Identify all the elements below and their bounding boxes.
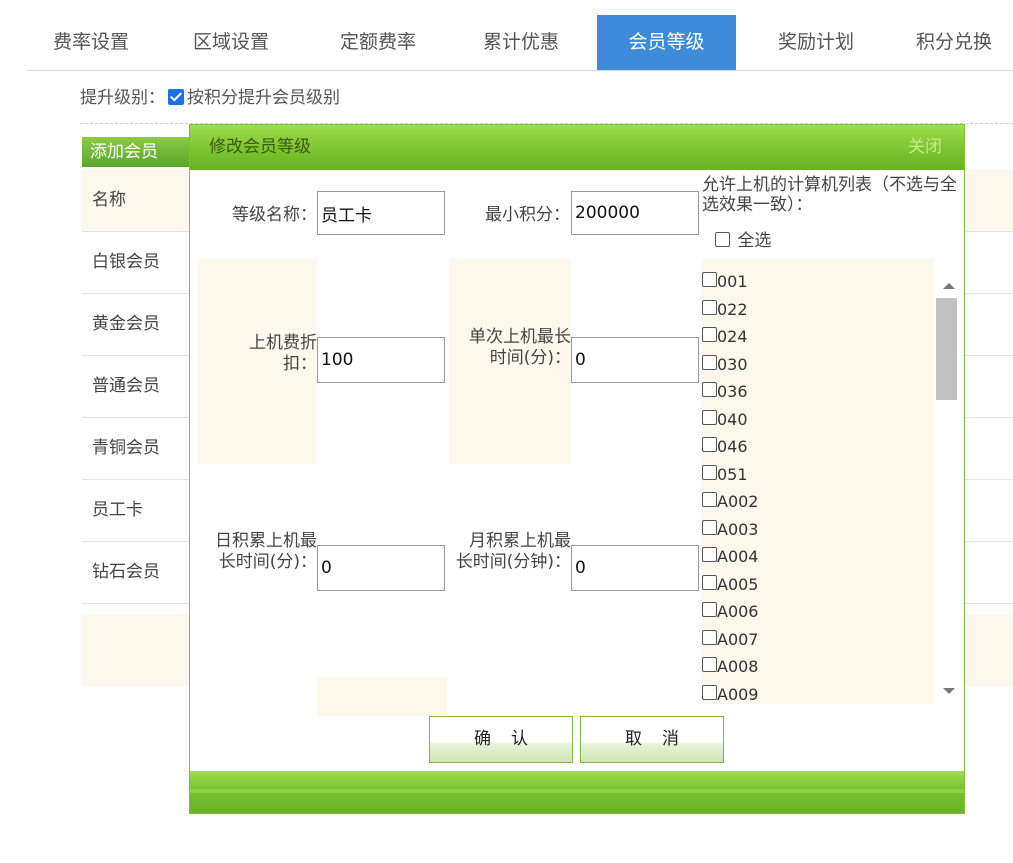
pc-item[interactable]: A009: [702, 681, 964, 705]
promote-checkbox-label[interactable]: 按积分提升会员级别: [187, 88, 340, 108]
dialog-footer: [190, 771, 964, 813]
tab-rate-settings[interactable]: 费率设置: [27, 15, 155, 70]
member-name: 员工卡: [92, 500, 143, 520]
pc-list[interactable]: 001 022 024 030 036 040 046 051 A002 A00…: [702, 268, 964, 704]
select-all-label: 全选: [737, 231, 772, 251]
pc-name: A003: [717, 519, 759, 539]
footer-divider: [190, 789, 964, 793]
tab-reward-plan[interactable]: 奖励计划: [752, 15, 880, 70]
pc-name: A006: [717, 602, 759, 621]
promote-label: 提升级别：: [80, 88, 165, 108]
daily-max-time-label: 日积累上机最长时间(分)：: [215, 531, 317, 572]
pc-item[interactable]: 030: [702, 351, 964, 379]
member-name: 钻石会员: [92, 562, 160, 582]
pc-name: A005: [717, 574, 759, 594]
pc-checkbox[interactable]: [702, 464, 717, 480]
discount-input[interactable]: [317, 337, 445, 383]
pc-name: 046: [717, 437, 748, 456]
pc-item[interactable]: A004: [702, 543, 964, 571]
pc-checkbox[interactable]: [702, 519, 717, 535]
pc-item[interactable]: A005: [702, 571, 964, 599]
pc-item[interactable]: 001: [702, 268, 964, 296]
pc-checkbox[interactable]: [702, 629, 717, 645]
pc-checkbox[interactable]: [702, 327, 717, 342]
pc-list-label: 允许上机的计算机列表（不选与全选效果一致）：: [702, 175, 957, 215]
pc-name: A007: [717, 629, 759, 649]
pc-name: 040: [717, 409, 748, 429]
column-header-name: 名称: [92, 190, 126, 210]
edit-member-level-dialog: 修改会员等级 关闭 等级名称： 最小积分： 允许上机的计算机列表（不选与全选效果…: [189, 124, 965, 814]
pc-item[interactable]: 046: [702, 433, 964, 461]
pc-checkbox[interactable]: [702, 657, 717, 672]
pc-name: 001: [717, 272, 748, 291]
confirm-button[interactable]: 确认: [429, 716, 573, 763]
pc-item[interactable]: 024: [702, 323, 964, 351]
scrollbar-thumb[interactable]: [936, 298, 957, 400]
pc-checkbox[interactable]: [702, 547, 717, 562]
discount-label: 上机费折扣：: [249, 333, 317, 374]
select-all-checkbox[interactable]: [715, 232, 730, 247]
pc-item[interactable]: A002: [702, 488, 964, 516]
pc-checkbox[interactable]: [702, 382, 717, 397]
pc-name: A002: [717, 492, 759, 511]
pc-checkbox[interactable]: [702, 492, 717, 507]
member-name: 白银会员: [92, 252, 160, 272]
single-max-time-input[interactable]: [571, 337, 699, 383]
pc-item[interactable]: 040: [702, 406, 964, 434]
pc-name: A009: [717, 684, 759, 704]
pc-item[interactable]: A007: [702, 626, 964, 654]
monthly-max-time-label: 月积累上机最长时间(分钟)：: [455, 531, 571, 572]
pc-name: A004: [717, 547, 759, 566]
min-points-label: 最小积分：: [485, 205, 570, 225]
pc-name: A008: [717, 657, 759, 676]
monthly-max-time-input[interactable]: [571, 545, 699, 591]
tab-fixed-rate[interactable]: 定额费率: [314, 15, 442, 70]
member-name: 黄金会员: [92, 314, 160, 334]
pc-checkbox[interactable]: [702, 602, 717, 617]
select-all-row[interactable]: 全选: [715, 231, 771, 251]
form-cell-bg: [317, 677, 447, 716]
pc-checkbox[interactable]: [702, 409, 717, 425]
dialog-title: 修改会员等级: [209, 137, 311, 157]
level-name-label: 等级名称：: [232, 205, 317, 225]
pc-item[interactable]: 036: [702, 378, 964, 406]
dialog-close-button[interactable]: 关闭: [908, 125, 942, 170]
pc-checkbox[interactable]: [702, 684, 717, 700]
cancel-button[interactable]: 取消: [580, 716, 724, 763]
pc-name: 051: [717, 464, 748, 484]
pc-checkbox[interactable]: [702, 437, 717, 452]
dialog-title-bar[interactable]: 修改会员等级 关闭: [190, 125, 964, 170]
scroll-down-arrow-icon[interactable]: [943, 688, 955, 694]
pc-item[interactable]: A006: [702, 598, 964, 626]
tab-bar: 费率设置 区域设置 定额费率 累计优惠 会员等级 奖励计划 积分兑换: [27, 12, 1013, 71]
pc-name: 024: [717, 327, 748, 346]
scroll-up-arrow-icon[interactable]: [943, 283, 955, 289]
tab-points-exchange[interactable]: 积分兑换: [890, 15, 1013, 70]
tab-member-level[interactable]: 会员等级: [597, 15, 736, 70]
daily-max-time-input[interactable]: [317, 545, 445, 591]
pc-checkbox[interactable]: [702, 272, 717, 287]
level-name-input[interactable]: [317, 191, 445, 235]
tab-area-settings[interactable]: 区域设置: [167, 15, 295, 70]
pc-name: 036: [717, 382, 748, 401]
tab-cumulative-discount[interactable]: 累计优惠: [457, 15, 585, 70]
pc-list-scrollbar[interactable]: [934, 268, 964, 704]
pc-checkbox[interactable]: [702, 299, 717, 315]
pc-item[interactable]: 051: [702, 461, 964, 489]
pc-item[interactable]: A008: [702, 653, 964, 681]
pc-item[interactable]: 022: [702, 296, 964, 324]
promote-row: 提升级别： 按积分提升会员级别: [80, 84, 340, 112]
min-points-input[interactable]: [571, 191, 699, 235]
member-name: 青铜会员: [92, 438, 160, 458]
pc-checkbox[interactable]: [702, 574, 717, 590]
pc-name: 030: [717, 354, 748, 374]
pc-checkbox[interactable]: [702, 354, 717, 370]
pc-name: 022: [717, 299, 748, 319]
single-max-time-label: 单次上机最长时间(分)：: [469, 327, 571, 368]
member-name: 普通会员: [92, 376, 160, 396]
pc-item[interactable]: A003: [702, 516, 964, 544]
promote-checkbox[interactable]: [168, 89, 184, 105]
add-member-button[interactable]: 添加会员: [82, 137, 190, 167]
